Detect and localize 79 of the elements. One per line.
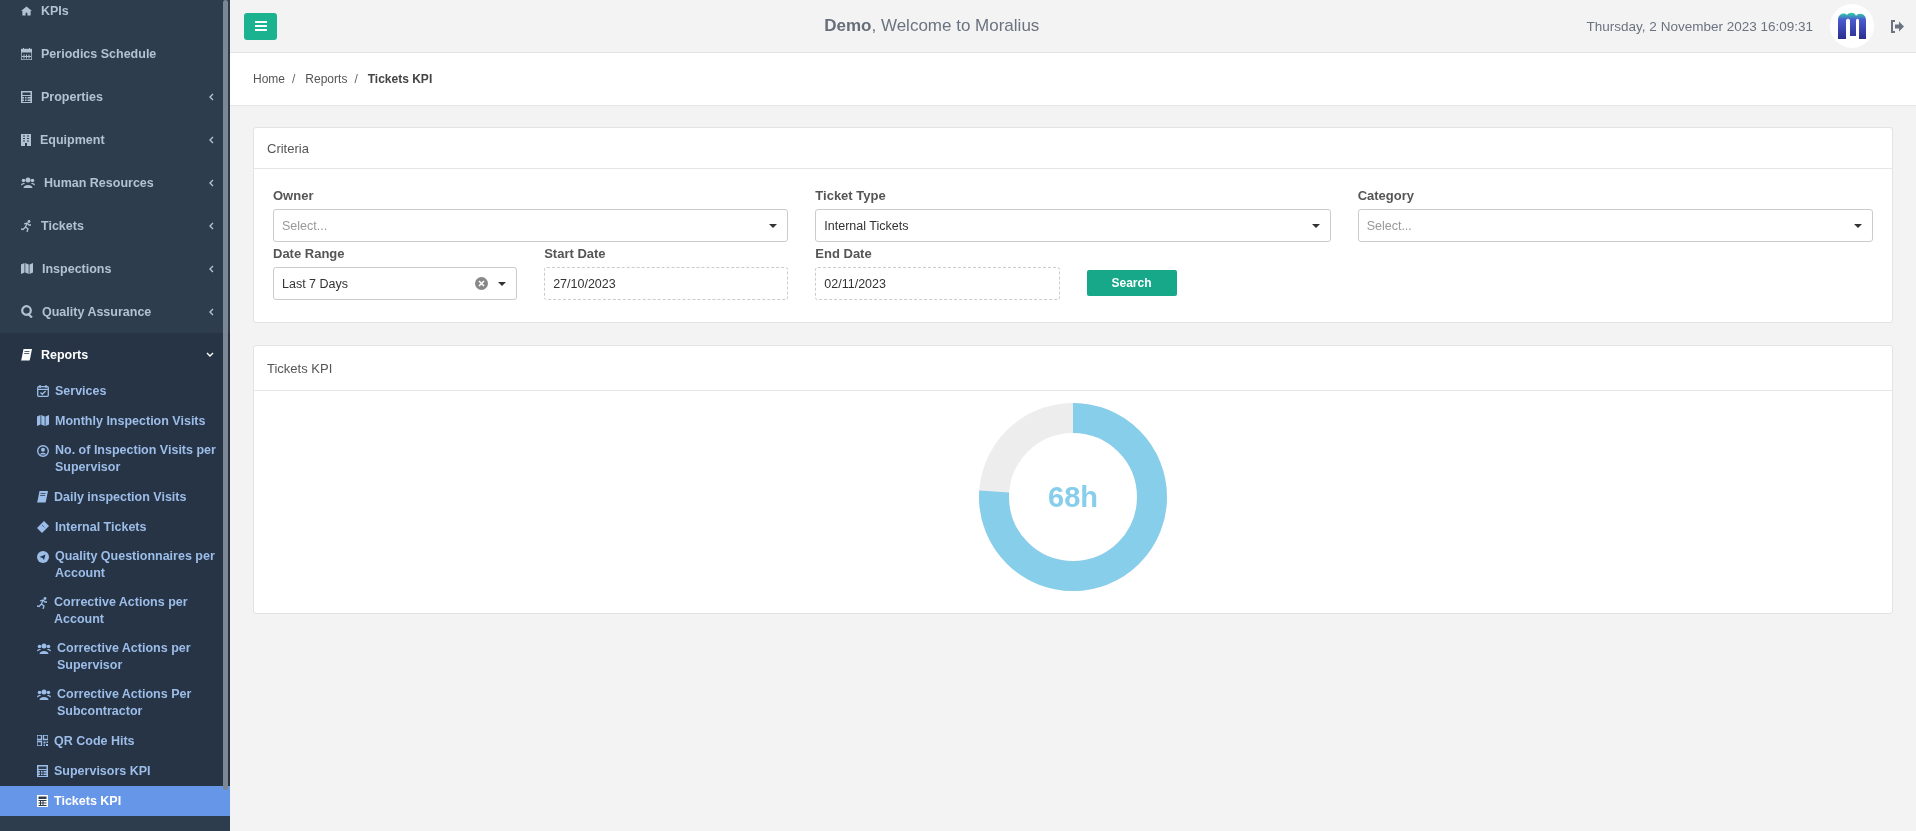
caret-down-icon <box>1854 223 1862 228</box>
select-field[interactable]: Last 7 Days <box>273 267 518 300</box>
calculator-icon <box>37 795 48 807</box>
logout-icon[interactable] <box>1890 19 1904 33</box>
sidebar-subitem[interactable]: QR Code Hits <box>0 726 230 756</box>
sidebar-subitem[interactable]: Quality Questionnaires per Account <box>0 542 230 588</box>
sidebar-subitem[interactable]: Internal Tickets <box>0 512 230 542</box>
sidebar-item[interactable]: Tickets <box>0 204 230 247</box>
caret-down-icon <box>1311 223 1320 228</box>
home-icon <box>21 5 32 16</box>
card-title: Criteria <box>254 128 1892 169</box>
users-icon <box>37 643 51 654</box>
welcome-text: Demo, Welcome to Moralius <box>824 16 1040 36</box>
date-time: Thursday, 2 November 2023 16:09:31 <box>1586 18 1813 34</box>
sidebar-subitem[interactable]: No. of Inspection Visits per Supervisor <box>0 436 230 482</box>
clear-icon[interactable] <box>475 277 489 290</box>
field-label: Date Range <box>273 246 346 261</box>
sidebar-subitem[interactable]: Supervisors KPI <box>0 756 230 786</box>
send-icon <box>37 551 49 563</box>
card-title: Tickets KPI <box>254 346 1892 391</box>
field-label: Owner <box>273 188 315 203</box>
field-label: Category <box>1357 188 1415 203</box>
sidebar-subitem[interactable]: Corrective Actions per Account <box>0 588 230 634</box>
sidebar-item[interactable]: Periodics Schedule <box>0 32 230 75</box>
book-icon <box>21 348 32 361</box>
calculator-icon <box>37 765 48 777</box>
date-field[interactable]: 02/11/2023 <box>815 267 1060 300</box>
caret-down-icon <box>498 281 507 286</box>
sidebar-subitem[interactable]: Corrective Actions Per Subcontractor <box>0 680 230 726</box>
calendar-icon <box>21 47 32 60</box>
chevron-left-icon <box>208 221 214 230</box>
date-field[interactable]: 27/10/2023 <box>544 267 789 300</box>
running-person-icon <box>21 219 32 232</box>
map-icon <box>21 263 33 274</box>
field-label: Ticket Type <box>815 188 887 203</box>
gauge-value: 68h <box>1048 480 1098 514</box>
select-field[interactable]: Internal Tickets <box>815 209 1331 242</box>
sidebar-subitem[interactable]: Corrective Actions per Supervisor <box>0 634 230 680</box>
breadcrumb-link[interactable]: Reports <box>305 72 348 86</box>
users-icon <box>21 177 35 188</box>
logo-icon <box>1837 12 1867 40</box>
caret-down-icon <box>769 223 778 228</box>
qr-code-icon <box>37 735 48 746</box>
chevron-down-icon <box>206 351 214 358</box>
book-icon <box>37 491 48 503</box>
sidebar-item[interactable]: Reports <box>0 333 230 376</box>
breadcrumb-link[interactable]: Tickets KPI <box>367 72 433 86</box>
chevron-left-icon <box>208 307 214 316</box>
sidebar-subitem[interactable]: Monthly Inspection Visits <box>0 406 230 436</box>
sidebar-subitem[interactable]: Services <box>0 376 230 406</box>
chevron-left-icon <box>208 135 214 144</box>
calendar-check-icon <box>37 385 49 397</box>
menu-icon <box>254 21 267 31</box>
running-person-icon <box>37 597 48 609</box>
calculator-icon <box>21 90 32 103</box>
ticket-icon <box>37 521 49 533</box>
menu-button[interactable] <box>244 12 277 40</box>
user-circle-icon <box>37 445 49 457</box>
chevron-left-icon <box>208 178 214 187</box>
sidebar-item[interactable]: Equipment <box>0 118 230 161</box>
users-icon <box>37 689 51 700</box>
sidebar-item[interactable]: Human Resources <box>0 161 230 204</box>
building-icon <box>21 133 31 146</box>
map-icon <box>37 415 49 426</box>
sidebar-item[interactable]: Inspections <box>0 247 230 290</box>
field-label: End Date <box>815 246 873 261</box>
sidebar-item[interactable]: KPIs <box>0 0 230 32</box>
breadcrumb-separator: / <box>354 72 358 86</box>
breadcrumb-link[interactable]: Home <box>253 72 285 86</box>
logo-avatar[interactable] <box>1830 4 1874 48</box>
breadcrumb-separator: / <box>292 72 296 86</box>
field-label: Start Date <box>544 246 607 261</box>
sidebar-item[interactable]: Quality Assurance <box>0 290 230 333</box>
chevron-left-icon <box>208 92 214 101</box>
chevron-left-icon <box>208 264 214 273</box>
q-letter-icon <box>21 305 33 318</box>
sidebar-subitem[interactable]: Daily inspection Visits <box>0 482 230 512</box>
scrollbar[interactable] <box>223 0 228 790</box>
sidebar-item[interactable]: Properties <box>0 75 230 118</box>
